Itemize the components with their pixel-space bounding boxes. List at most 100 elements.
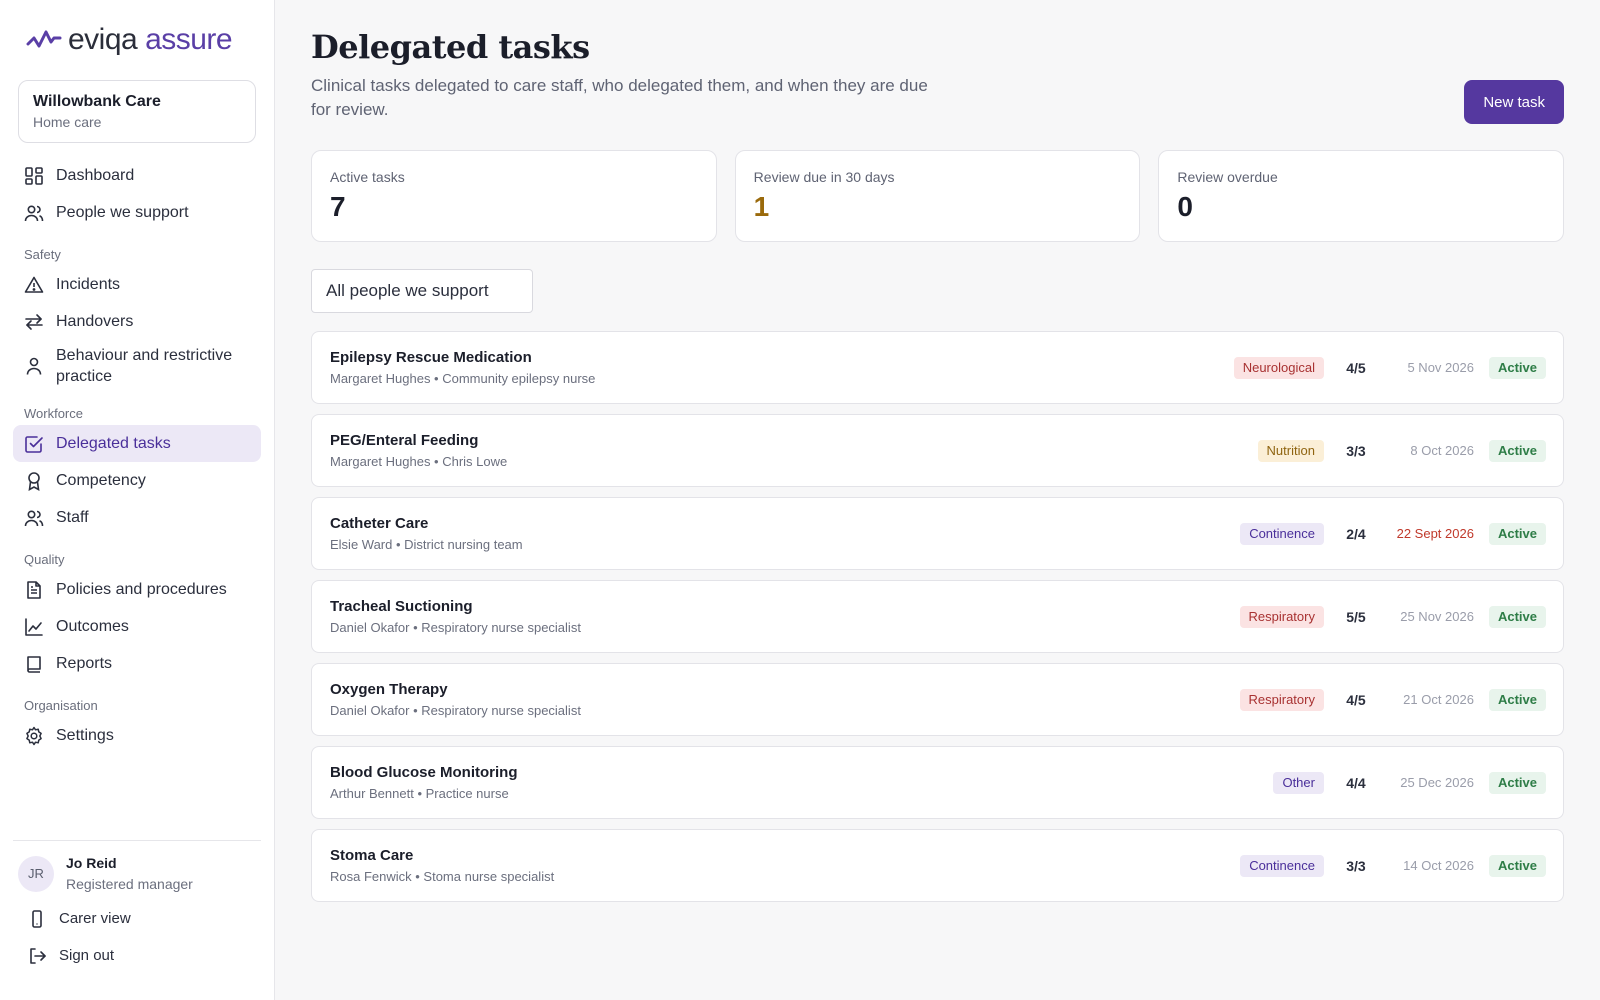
status-badge: Active xyxy=(1488,439,1546,462)
nav-people-label: People we support xyxy=(56,203,189,221)
nav-reports-label: Reports xyxy=(56,654,113,672)
nav-incidents-label: Incidents xyxy=(56,275,121,293)
competency-progress: 3/3 xyxy=(1346,442,1366,459)
competency-progress: 3/3 xyxy=(1346,857,1366,874)
nav-handovers-label: Handovers xyxy=(56,312,134,330)
brand-name: eviqa assure xyxy=(68,23,233,56)
avatar: JR xyxy=(18,855,54,892)
category-badge: Respiratory xyxy=(1239,688,1324,711)
review-date: 25 Dec 2026 xyxy=(1400,775,1474,790)
person-filter-value: All people we support xyxy=(326,281,489,300)
nav-incidents[interactable]: Incidents xyxy=(13,266,261,303)
stat-label: Active tasks xyxy=(330,169,405,185)
brand-logo[interactable]: eviqa assure xyxy=(13,0,261,80)
category-badge: Other xyxy=(1273,771,1324,794)
nav-section-workforce: Workforce xyxy=(24,406,83,421)
stat-label: Review due in 30 days xyxy=(753,169,895,185)
stat-label: Review overdue xyxy=(1177,169,1278,185)
nav-delegated-tasks-label: Delegated tasks xyxy=(56,434,171,452)
stat-value: 7 xyxy=(330,191,346,222)
stat-review-due: Review due in 30 days 1 xyxy=(734,150,1141,242)
task-name: Catheter Care xyxy=(330,515,429,532)
nav-reports[interactable]: Reports xyxy=(13,645,261,682)
swap-arrows-icon xyxy=(25,313,43,330)
task-row[interactable]: Stoma Care Rosa Fenwick • Stoma nurse spe… xyxy=(311,829,1564,902)
checkbox-icon xyxy=(25,435,43,453)
user-profile[interactable]: JR Jo Reid Registered manager xyxy=(13,841,261,900)
category-badge: Nutrition xyxy=(1257,439,1324,462)
task-meta: Daniel Okafor • Respiratory nurse specia… xyxy=(330,703,581,718)
page-description: Clinical tasks delegated to care staff, … xyxy=(311,76,928,119)
book-icon xyxy=(27,655,41,673)
review-date: 8 Oct 2026 xyxy=(1410,443,1474,458)
task-name: Blood Glucose Monitoring xyxy=(330,764,518,781)
nav-settings[interactable]: Settings xyxy=(13,717,261,754)
competency-progress: 4/4 xyxy=(1346,774,1366,791)
sign-out-label: Sign out xyxy=(59,947,115,964)
nav-handovers[interactable]: Handovers xyxy=(13,303,261,340)
nav-policies-label: Policies and procedures xyxy=(56,580,227,598)
task-meta: Margaret Hughes • Chris Lowe xyxy=(330,454,508,469)
new-task-button[interactable]: New task xyxy=(1464,80,1564,124)
nav-dashboard-label: Dashboard xyxy=(56,166,135,184)
stat-value: 0 xyxy=(1177,191,1193,222)
task-row[interactable]: PEG/Enteral Feeding Margaret Hughes • Chr… xyxy=(311,414,1564,487)
category-badge: Continence xyxy=(1240,854,1324,877)
nav-staff[interactable]: Staff xyxy=(13,499,261,536)
user-name: Jo Reid xyxy=(66,855,117,871)
nav-section-quality: Quality xyxy=(24,552,65,567)
status-badge: Active xyxy=(1488,771,1546,794)
org-type: Home care xyxy=(33,114,102,130)
phone-icon xyxy=(32,909,42,928)
task-row[interactable]: Epilepsy Rescue Medication Margaret Hughe… xyxy=(311,331,1564,404)
sidebar-footer: JR Jo Reid Registered manager Carer view… xyxy=(13,840,261,974)
review-date: 25 Nov 2026 xyxy=(1400,609,1474,624)
nav-people[interactable]: People we support xyxy=(13,194,261,231)
person-filter-select[interactable]: All people we support xyxy=(311,269,533,313)
task-name: Tracheal Suctioning xyxy=(330,598,473,615)
nav-dashboard[interactable]: Dashboard xyxy=(13,157,261,194)
status-badge: Active xyxy=(1488,688,1546,711)
main-content: Delegated tasks Clinical tasks delegated… xyxy=(275,0,1600,1000)
nav-outcomes[interactable]: Outcomes xyxy=(13,608,261,645)
task-row[interactable]: Tracheal Suctioning Daniel Okafor • Respi… xyxy=(311,580,1564,653)
task-row[interactable]: Oxygen Therapy Daniel Okafor • Respirator… xyxy=(311,663,1564,736)
task-row[interactable]: Catheter Care Elsie Ward • District nursi… xyxy=(311,497,1564,570)
competency-progress: 5/5 xyxy=(1346,608,1366,625)
task-meta: Arthur Bennett • Practice nurse xyxy=(330,786,509,801)
task-row[interactable]: Blood Glucose Monitoring Arthur Bennett •… xyxy=(311,746,1564,819)
page-title: Delegated tasks xyxy=(311,28,590,66)
competency-progress: 4/5 xyxy=(1346,691,1366,708)
sign-out-icon xyxy=(30,947,46,964)
sidebar: eviqa assure Willowbank Care Home care D… xyxy=(0,0,275,1000)
stat-active-tasks: Active tasks 7 xyxy=(311,150,717,242)
task-name: Epilepsy Rescue Medication xyxy=(330,349,532,366)
person-icon xyxy=(26,357,42,375)
task-meta: Daniel Okafor • Respiratory nurse specia… xyxy=(330,620,581,635)
task-name: Oxygen Therapy xyxy=(330,681,448,698)
dashboard-icon xyxy=(25,166,43,185)
review-date: 5 Nov 2026 xyxy=(1407,360,1474,375)
carer-view-link[interactable]: Carer view xyxy=(13,900,261,937)
category-badge: Continence xyxy=(1240,522,1324,545)
task-meta: Margaret Hughes • Community epilepsy nur… xyxy=(330,371,596,386)
category-badge: Respiratory xyxy=(1239,605,1324,628)
status-badge: Active xyxy=(1488,356,1546,379)
task-name: Stoma Care xyxy=(330,847,414,864)
gear-icon xyxy=(26,726,42,745)
nav-staff-label: Staff xyxy=(56,508,89,526)
nav-behaviour[interactable]: Behaviour and restrictive practice xyxy=(13,342,261,390)
sign-out-link[interactable]: Sign out xyxy=(13,937,261,974)
task-meta: Rosa Fenwick • Stoma nurse specialist xyxy=(330,869,555,884)
status-badge: Active xyxy=(1488,605,1546,628)
stat-value: 1 xyxy=(753,191,770,222)
status-badge: Active xyxy=(1488,522,1546,545)
logo-wave-icon xyxy=(26,30,62,48)
nav-delegated-tasks[interactable]: Delegated tasks xyxy=(13,425,261,462)
nav-policies[interactable]: Policies and procedures xyxy=(13,571,261,608)
org-switcher[interactable]: Willowbank Care Home care xyxy=(18,80,256,143)
staff-icon xyxy=(24,509,44,526)
org-name: Willowbank Care xyxy=(33,93,161,110)
nav-section-organisation: Organisation xyxy=(24,698,98,713)
nav-competency[interactable]: Competency xyxy=(13,462,261,499)
